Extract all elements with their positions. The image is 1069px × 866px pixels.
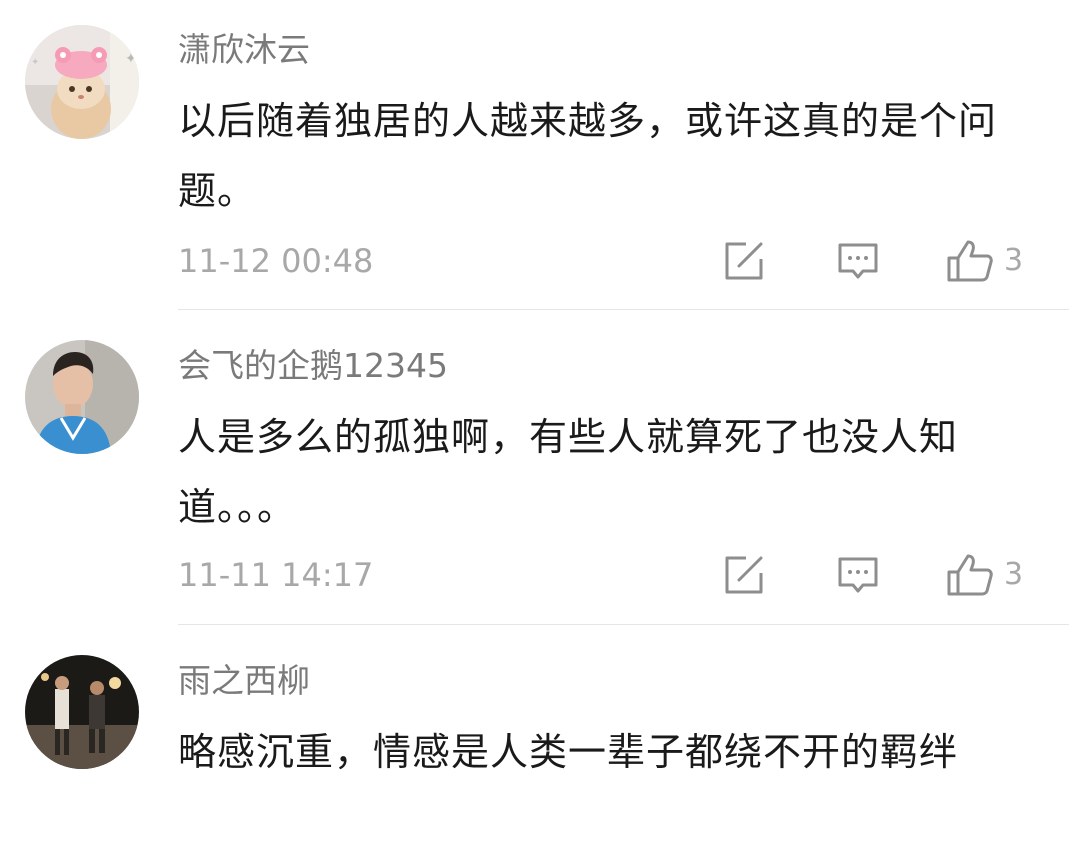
timestamp: 11-12 00:48 [178,242,374,280]
share-icon [725,556,763,594]
like-button[interactable]: 3 [946,238,1023,284]
timestamp: 11-11 14:17 [178,556,374,594]
username[interactable]: 潇欣沐云 [178,30,310,70]
comment-meta: 11-12 00:48 3 [178,238,1039,284]
avatar-image-cat: ✦ ✦ [25,25,139,139]
share-icon [725,242,763,280]
like-count: 3 [1004,243,1024,278]
comment-item: ✦ ✦ 潇欣沐云 以后随着独居的人越来越多，或许这真的是个问题。 11-12 0… [0,0,1069,310]
reply-button[interactable] [836,238,880,284]
like-button[interactable]: 3 [946,552,1023,598]
svg-text:✦: ✦ [125,51,137,67]
svg-text:✦: ✦ [31,57,39,68]
comment-icon [838,243,878,279]
share-button[interactable] [722,238,766,284]
like-count: 3 [1004,557,1024,592]
comment-item: 雨之西柳 略感沉重，情感是人类一辈子都绕不开的羁绊 [0,625,1069,866]
username[interactable]: 会飞的企鹅12345 [178,346,448,386]
avatar[interactable] [25,655,139,769]
thumbs-up-icon [947,240,993,282]
share-button[interactable] [722,552,766,598]
comment-text: 以后随着独居的人越来越多，或许这真的是个问题。 [178,99,998,213]
comment-icon [838,557,878,593]
comment-meta: 11-11 14:17 3 [178,552,1039,598]
username[interactable]: 雨之西柳 [178,661,310,701]
avatar-image-man [25,340,139,454]
comment-text: 略感沉重，情感是人类一辈子都绕不开的羁绊 [178,730,959,774]
thumbs-up-icon [947,554,993,596]
reply-button[interactable] [836,552,880,598]
avatar-image-street [25,655,139,769]
comment-text: 人是多么的孤独啊，有些人就算死了也没人知道。。。 [178,415,959,529]
avatar[interactable]: ✦ ✦ [25,25,139,139]
avatar[interactable] [25,340,139,454]
comment-item: 会飞的企鹅12345 人是多么的孤独啊，有些人就算死了也没人知道。。。 11-1… [0,310,1069,625]
